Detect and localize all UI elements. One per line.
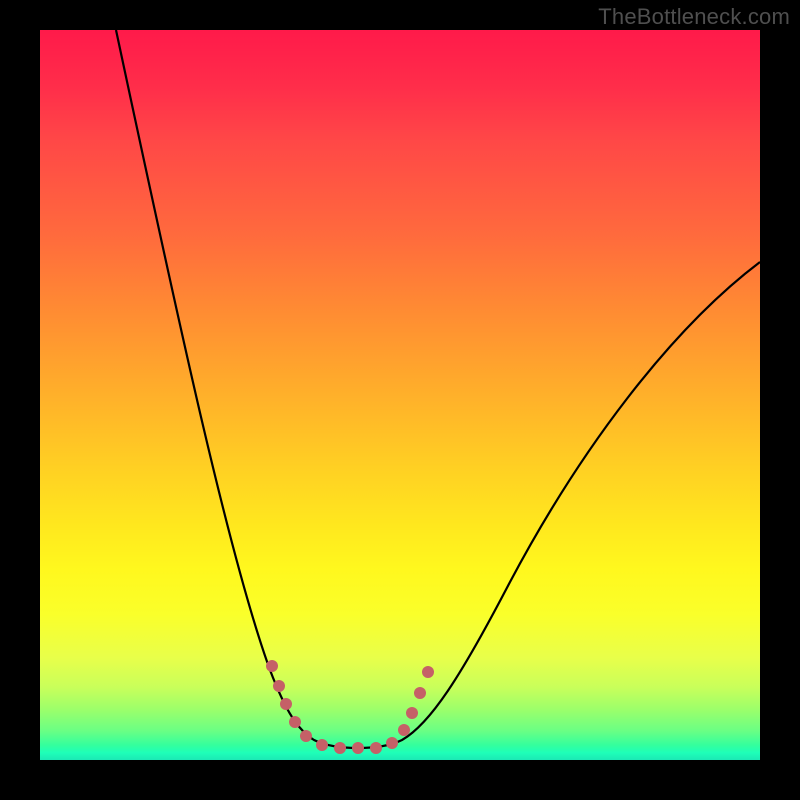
curve-marker — [289, 716, 301, 728]
curve-marker — [280, 698, 292, 710]
watermark-text: TheBottleneck.com — [598, 4, 790, 30]
chart-container: TheBottleneck.com — [0, 0, 800, 800]
curve-marker — [300, 730, 312, 742]
curve-marker — [316, 739, 328, 751]
curve-marker — [370, 742, 382, 754]
curve-marker — [422, 666, 434, 678]
curve-marker — [398, 724, 410, 736]
curve-marker — [334, 742, 346, 754]
left-curve — [116, 30, 358, 748]
curve-marker — [414, 687, 426, 699]
curve-marker — [266, 660, 278, 672]
right-curve — [358, 262, 760, 748]
marker-group — [266, 660, 434, 754]
curve-marker — [352, 742, 364, 754]
curve-marker — [406, 707, 418, 719]
plot-area — [40, 30, 760, 760]
curve-marker — [386, 737, 398, 749]
curve-marker — [273, 680, 285, 692]
curve-layer — [40, 30, 760, 760]
